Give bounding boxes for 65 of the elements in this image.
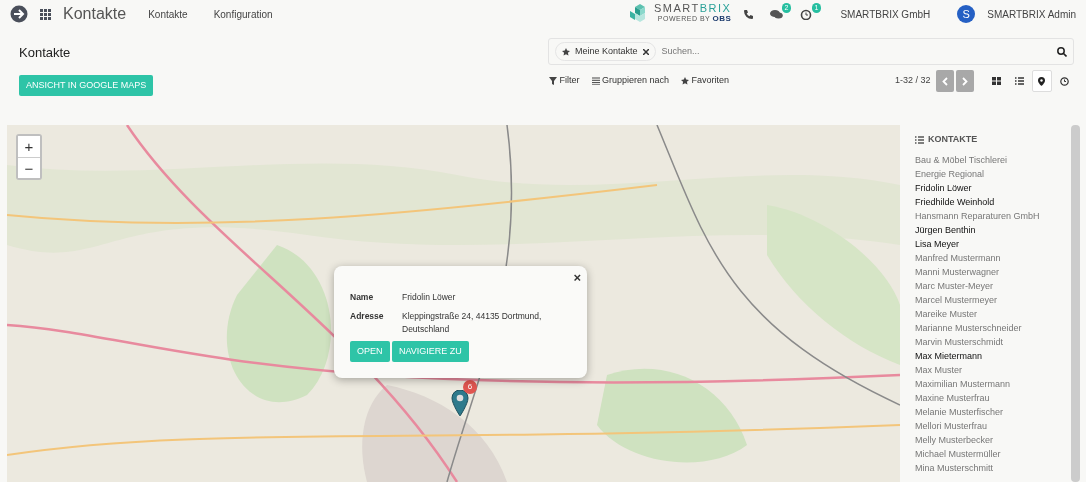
grid-icon <box>992 76 1001 86</box>
phone-icon[interactable] <box>743 9 754 19</box>
contact-link[interactable]: Maximilian Mustermann <box>915 376 1053 391</box>
filter-icon <box>549 77 557 85</box>
chat-icon[interactable] <box>770 9 784 21</box>
search-input[interactable]: Suchen... <box>659 43 1053 60</box>
contact-link[interactable]: Melly Musterbecker <box>915 432 1053 447</box>
contact-link[interactable]: Energie Regional <box>915 166 1053 181</box>
contact-link[interactable]: Bau & Möbel Tischlerei <box>915 152 1053 167</box>
contact-link[interactable]: Hansmann Reparaturen GmbH <box>915 208 1053 223</box>
contact-link[interactable]: Jürgen Benthin <box>915 222 1053 237</box>
contact-link[interactable]: Manni Musterwagner <box>915 264 1053 279</box>
map-pin-icon <box>1037 76 1046 86</box>
close-icon[interactable] <box>642 48 649 55</box>
contact-link[interactable]: Marvin Musterschmidt <box>915 334 1053 349</box>
facet-label: Meine Kontakte <box>575 44 638 58</box>
brand-name: SMARTBRIX <box>653 3 732 15</box>
filter-menu-button[interactable]: Filter <box>548 73 581 89</box>
user-avatar[interactable]: S <box>957 5 976 23</box>
contact-link[interactable]: Fridolin Löwer <box>915 180 1053 195</box>
view-switch-button[interactable] <box>1031 70 1052 92</box>
clock-icon <box>1059 76 1069 86</box>
contact-link[interactable]: Friedhilde Weinhold <box>915 194 1053 209</box>
app-title: Kontakte <box>63 4 127 24</box>
chevron-left-icon <box>941 76 948 86</box>
star-icon <box>562 47 570 56</box>
search-bar[interactable]: Meine Kontakte Suchen... <box>548 38 1074 65</box>
close-button[interactable]: × <box>573 268 581 288</box>
contact-link[interactable]: Max Muster <box>915 362 1053 377</box>
contact-link[interactable]: Mareike Muster <box>915 306 1053 321</box>
sidebar-title: KONTAKTE <box>928 133 978 146</box>
star-icon <box>681 77 690 85</box>
contact-link[interactable]: Max Mietermann <box>915 348 1053 363</box>
contact-link[interactable]: Marianne Musterschneider <box>915 320 1053 335</box>
zoom-out-button[interactable]: − <box>18 157 40 178</box>
scrollbar[interactable] <box>1071 125 1080 482</box>
contact-link[interactable]: Michael Mustermüller <box>915 446 1053 461</box>
filter-menu-button[interactable]: Favoriten <box>680 73 731 89</box>
contact-link[interactable]: Melanie Musterfischer <box>915 404 1053 419</box>
field-value: Fridolin Löwer <box>402 291 457 304</box>
contact-link[interactable]: Lisa Meyer <box>915 236 1053 251</box>
chevron-right-icon <box>962 76 968 86</box>
company-switcher[interactable]: SMARTBRIX GmbH <box>840 6 931 22</box>
user-menu[interactable]: SMARTBRIX Admin <box>987 6 1076 22</box>
contact-link[interactable]: Mina Musterschmitt <box>915 460 1053 475</box>
contact-link[interactable]: Mellori Musterfrau <box>915 418 1053 433</box>
contact-link[interactable]: Marcel Mustermeyer <box>915 292 1053 307</box>
search-icon[interactable] <box>1057 46 1067 57</box>
field-label: Name <box>350 288 402 307</box>
list-icon <box>1014 76 1024 86</box>
field-value: Kleppingstraße 24, 44135 Dortmund, Deutschland <box>402 309 543 336</box>
pager-value: 1-32 / 32 <box>894 74 931 88</box>
contact-link[interactable]: Manfred Mustermann <box>915 250 1053 265</box>
filter-menu-button[interactable]: Gruppieren nach <box>590 73 671 89</box>
list-icon <box>915 135 924 144</box>
breadcrumb-title: Kontakte <box>19 44 72 62</box>
clock-icon[interactable] <box>800 9 814 21</box>
apps-menu-icon[interactable] <box>40 8 51 20</box>
field-label: Adresse <box>350 306 402 339</box>
group-icon <box>591 77 600 85</box>
contact-link[interactable]: Marc Muster-Meyer <box>915 278 1053 293</box>
contact-link[interactable]: Maxine Musterfrau <box>915 390 1053 405</box>
menu-item[interactable]: Kontakte <box>148 6 188 22</box>
menu-item[interactable]: Konfiguration <box>213 6 273 22</box>
map-marker-icon[interactable] <box>451 390 469 416</box>
